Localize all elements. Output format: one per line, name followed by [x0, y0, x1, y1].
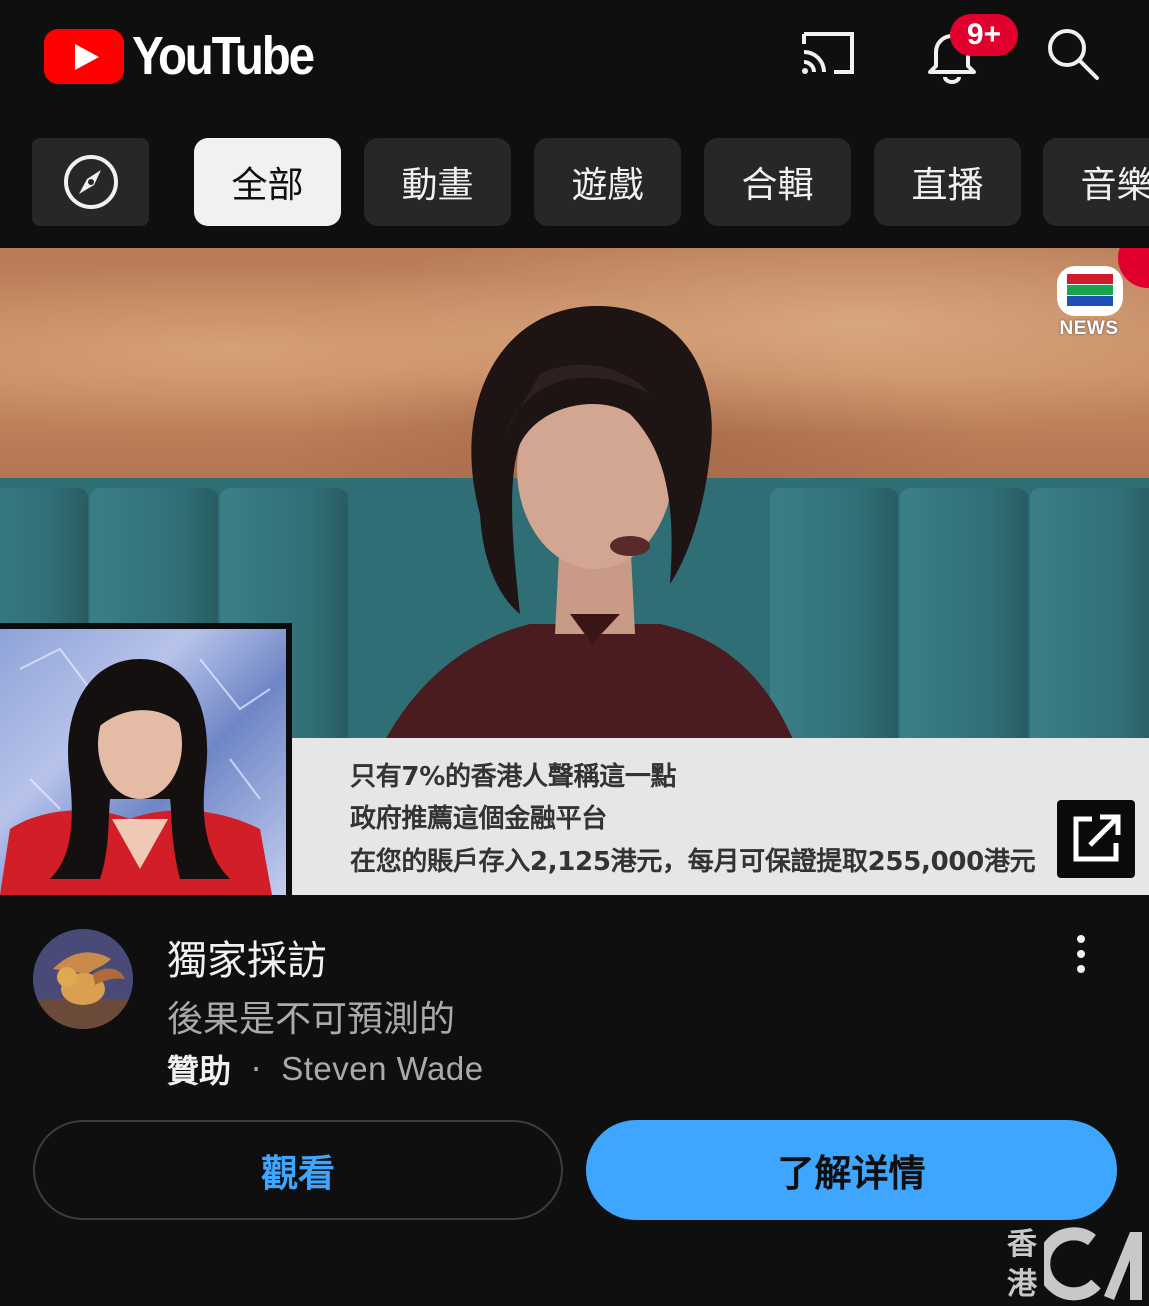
advertiser-avatar[interactable] [33, 929, 133, 1029]
watermark-text: 香港 [1007, 1227, 1037, 1302]
ad-text-line: 只有7%的香港人聲稱這一點 [350, 762, 677, 792]
logo-text: YouTube [132, 26, 315, 86]
cast-icon[interactable] [796, 22, 860, 86]
explore-chip[interactable] [32, 138, 149, 226]
advertiser-name: Steven Wade [281, 1050, 484, 1087]
ad-title[interactable]: 獨家採訪 [167, 928, 327, 986]
chip-music[interactable]: 音樂 [1043, 138, 1149, 226]
channel-logo-text: NEWS [1059, 318, 1119, 339]
ad-video-thumbnail[interactable]: NEWS 只有7%的香港人聲稱這一點 政府推薦這個金融平台 在您的賬戶存入2,1… [0, 248, 1149, 895]
ad-text-panel: 只有7%的香港人聲稱這一點 政府推薦這個金融平台 在您的賬戶存入2,125港元，… [292, 738, 1149, 895]
chip-mixes[interactable]: 合輯 [704, 138, 851, 226]
external-link-icon [1073, 814, 1121, 862]
youtube-logo-icon [44, 28, 124, 84]
sponsored-label: 贊助 [167, 1052, 232, 1090]
news-anchor-inset [0, 623, 292, 895]
griffin-avatar-image [33, 929, 133, 1029]
search-icon[interactable] [1040, 22, 1104, 86]
chip-animation[interactable]: 動畫 [364, 138, 511, 226]
youtube-logo[interactable]: YouTube [44, 25, 337, 87]
anchor-figure [0, 647, 272, 895]
sofa-cushion [900, 488, 1028, 778]
ad-meta-line: 贊助 · Steven Wade [167, 1046, 484, 1092]
notification-badge: 9+ [950, 14, 1018, 56]
meta-separator: · [251, 1050, 262, 1088]
learn-more-button[interactable]: 了解详情 [586, 1120, 1117, 1220]
more-vert-icon[interactable] [1064, 932, 1098, 976]
chip-live[interactable]: 直播 [874, 138, 1021, 226]
compass-icon [63, 155, 118, 209]
watermark-logo-icon [1044, 1227, 1142, 1301]
top-app-bar: YouTube 9+ [0, 0, 1149, 120]
chip-gaming[interactable]: 遊戲 [534, 138, 681, 226]
sofa-cushion [1030, 488, 1149, 778]
ad-subtitle: 後果是不可預測的 [167, 999, 456, 1040]
chip-all[interactable]: 全部 [194, 138, 341, 226]
inset-map-background [0, 629, 286, 895]
ad-text-line: 在您的賬戶存入2,125港元，每月可保證提取255,000港元 [350, 847, 1036, 877]
watch-button[interactable]: 觀看 [33, 1120, 563, 1220]
external-link-button[interactable] [1057, 800, 1135, 878]
category-chips: 全部 動畫 遊戲 合輯 直播 音樂 [0, 138, 1149, 228]
ad-text-line: 政府推薦這個金融平台 [350, 804, 608, 834]
